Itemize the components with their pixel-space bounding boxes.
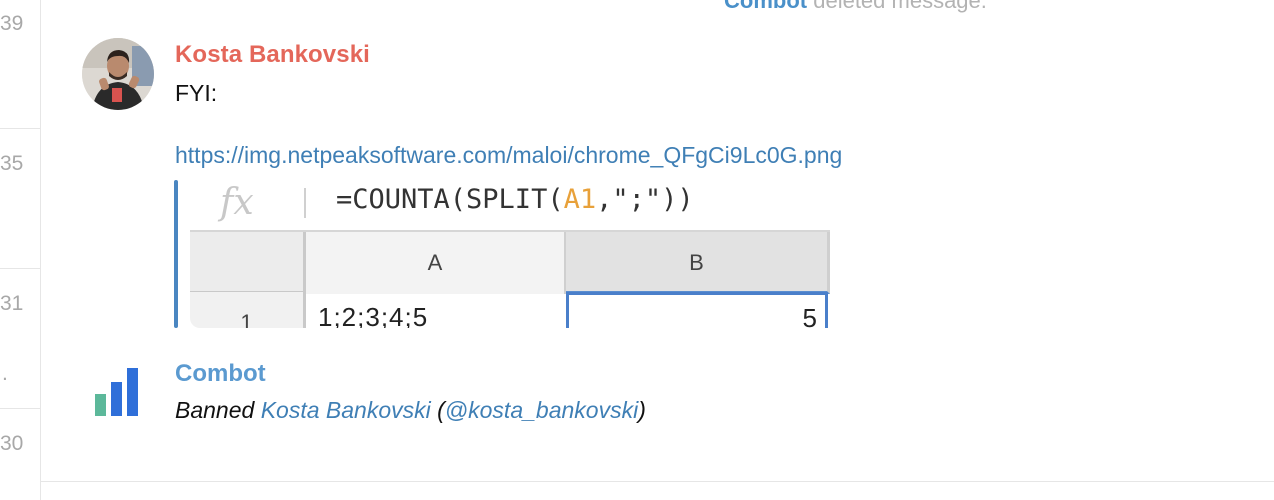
formula-separator xyxy=(304,188,306,218)
column-header-row: A B xyxy=(190,230,830,294)
paren: ) xyxy=(638,397,646,423)
formula-ref: A1 xyxy=(563,184,597,215)
divider xyxy=(40,481,1274,482)
sheet-row: 1 1;2;3;4;5 5 xyxy=(190,292,830,328)
user-photo-icon xyxy=(82,38,154,110)
banned-username-link[interactable]: @kosta_bankovski xyxy=(445,397,638,423)
preview-image[interactable]: fx =COUNTA(SPLIT(A1,";")) A B 1 1;2;3;4;… xyxy=(190,180,830,328)
preview-accent-bar xyxy=(174,180,178,328)
formula-text: =COUNTA(SPLIT(A1,";")) xyxy=(336,184,694,215)
gutter-row-number: 31 xyxy=(0,292,24,315)
fx-icon: fx xyxy=(220,182,254,223)
gutter-divider xyxy=(0,268,40,269)
paren: ( xyxy=(437,397,445,423)
message-author[interactable]: Kosta Bankovski xyxy=(175,41,370,69)
system-text: deleted message. xyxy=(813,0,987,13)
gutter-row-number: 35 xyxy=(0,152,24,175)
gutter-row-number: 39 xyxy=(0,12,24,35)
timestamp-gutter: 39 35 31 . 30 xyxy=(0,0,41,500)
row-number: 1 xyxy=(190,292,306,328)
formula-suffix: ,";")) xyxy=(596,184,694,215)
system-message: Combot deleted message. xyxy=(724,0,987,14)
gutter-dot: . xyxy=(2,362,8,385)
banned-user-link[interactable]: Kosta Bankovski xyxy=(261,397,431,423)
combot-logo-icon[interactable] xyxy=(95,368,141,416)
link-preview[interactable]: fx =COUNTA(SPLIT(A1,";")) A B 1 1;2;3;4;… xyxy=(174,180,830,328)
sheet-corner xyxy=(190,232,306,294)
column-header-b: B xyxy=(566,232,830,294)
ban-action: Banned xyxy=(175,397,255,423)
gutter-divider xyxy=(0,408,40,409)
bar-chart-logo-icon xyxy=(95,368,138,416)
message-text: FYI: xyxy=(175,80,218,106)
avatar[interactable] xyxy=(82,38,154,110)
system-actor[interactable]: Combot xyxy=(724,0,807,13)
message-author[interactable]: Combot xyxy=(175,360,266,388)
ban-message: Banned Kosta Bankovski (@kosta_bankovski… xyxy=(175,397,646,424)
column-header-a: A xyxy=(306,232,566,294)
cell-b1: 5 xyxy=(566,292,828,328)
gutter-divider xyxy=(0,128,40,129)
formula-prefix: =COUNTA(SPLIT( xyxy=(336,184,564,215)
formula-bar: fx =COUNTA(SPLIT(A1,";")) xyxy=(190,180,830,230)
cell-a1: 1;2;3;4;5 xyxy=(318,302,429,328)
gutter-row-number: 30 xyxy=(0,432,24,455)
message-link[interactable]: https://img.netpeaksoftware.com/maloi/ch… xyxy=(175,142,842,169)
